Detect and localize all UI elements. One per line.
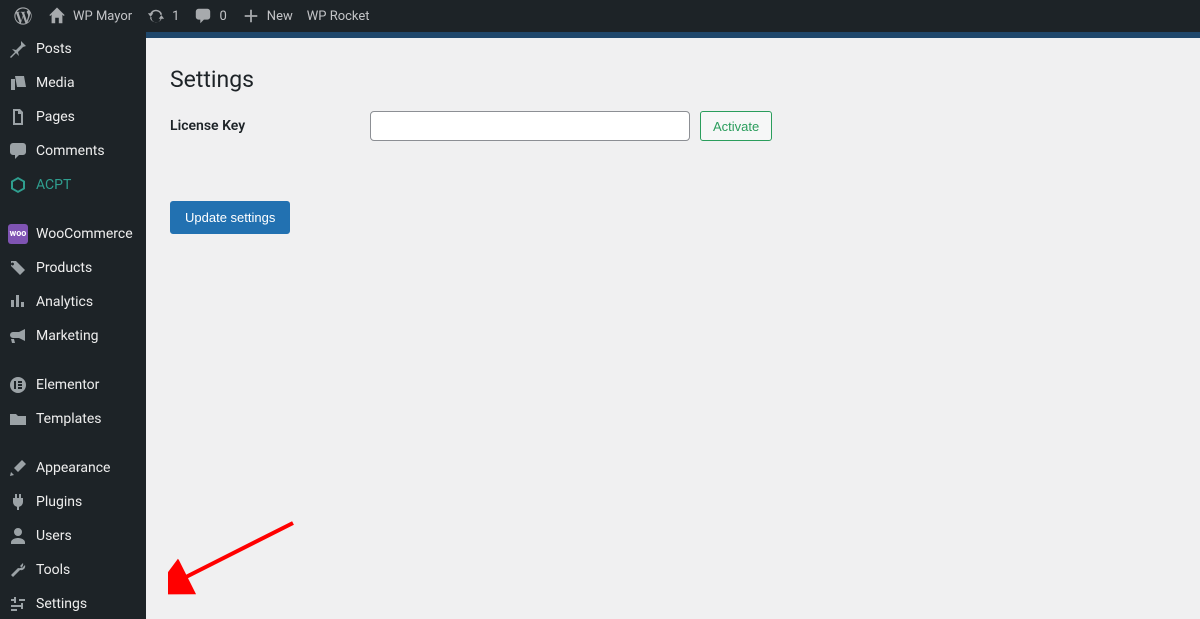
sidebar-item-label: Products [36,260,92,276]
sidebar-item-label: Pages [36,109,75,125]
updates-count: 1 [172,9,179,24]
sidebar-item-woocommerce[interactable]: woo WooCommerce [0,217,146,251]
elementor-icon [8,375,28,395]
comments-count: 0 [219,9,226,24]
sidebar-item-label: Elementor [36,377,99,393]
menu-separator [0,441,146,446]
sidebar-item-label: Users [36,528,72,544]
sidebar-item-templates[interactable]: Templates [0,402,146,436]
sidebar-item-appearance[interactable]: Appearance [0,451,146,485]
sidebar-item-label: Marketing [36,328,99,344]
comment-icon [193,6,213,26]
plug-icon [8,492,28,512]
main-content: Settings License Key Activate Update set… [146,32,1200,619]
sidebar-item-label: Posts [36,41,72,57]
sidebar-item-label: Templates [36,411,102,427]
sidebar-item-media[interactable]: Media [0,66,146,100]
sidebar-item-pages[interactable]: Pages [0,100,146,134]
page-title: Settings [170,48,1176,111]
license-key-input[interactable] [370,111,690,141]
license-key-row: License Key Activate [170,111,1176,141]
wordpress-icon [13,6,33,26]
media-icon [8,73,28,93]
sidebar-item-elementor[interactable]: Elementor [0,368,146,402]
updates[interactable]: 1 [139,0,186,32]
sidebar-item-tools[interactable]: Tools [0,553,146,587]
sidebar-item-label: WooCommerce [36,226,133,242]
sidebar-item-label: Appearance [36,460,110,476]
comment-icon [8,141,28,161]
menu-separator [0,358,146,363]
sidebar-item-label: Comments [36,143,105,159]
cube-icon [8,175,28,195]
pin-icon [8,39,28,59]
sidebar-item-label: Plugins [36,494,82,510]
activate-button[interactable]: Activate [700,111,772,141]
analytics-icon [8,292,28,312]
sidebar-item-settings[interactable]: Settings [0,587,146,619]
menu-separator [0,207,146,212]
sidebar-item-label: Settings [36,596,87,612]
wrench-icon [8,560,28,580]
admin-toolbar: WP Mayor 1 0 New WP Rocket [0,0,1200,32]
sidebar-item-plugins[interactable]: Plugins [0,485,146,519]
sidebar-item-users[interactable]: Users [0,519,146,553]
sidebar-item-comments[interactable]: Comments [0,134,146,168]
comments[interactable]: 0 [186,0,233,32]
plus-icon [241,6,261,26]
product-icon [8,258,28,278]
wp-logo[interactable] [6,0,40,32]
admin-sidebar: Posts Media Pages Comments ACPT woo WooC… [0,32,146,619]
site-name-label: WP Mayor [73,9,132,24]
new-label: New [267,9,293,24]
update-settings-button[interactable]: Update settings [170,201,290,234]
sliders-icon [8,594,28,614]
sidebar-item-label: Tools [36,562,70,578]
site-name[interactable]: WP Mayor [40,0,139,32]
wp-rocket[interactable]: WP Rocket [300,0,377,32]
new-content[interactable]: New [234,0,300,32]
sidebar-item-marketing[interactable]: Marketing [0,319,146,353]
megaphone-icon [8,326,28,346]
update-icon [146,6,166,26]
sidebar-item-label: Analytics [36,294,93,310]
sidebar-item-posts[interactable]: Posts [0,32,146,66]
sidebar-item-acpt[interactable]: ACPT [0,168,146,202]
sidebar-item-label: Media [36,75,75,91]
license-key-label: License Key [170,118,370,134]
woo-icon: woo [8,224,28,244]
pages-icon [8,107,28,127]
home-icon [47,6,67,26]
folder-icon [8,409,28,429]
wp-rocket-label: WP Rocket [307,9,370,24]
sidebar-item-analytics[interactable]: Analytics [0,285,146,319]
user-icon [8,526,28,546]
sidebar-item-products[interactable]: Products [0,251,146,285]
brush-icon [8,458,28,478]
sidebar-item-label: ACPT [36,177,71,193]
